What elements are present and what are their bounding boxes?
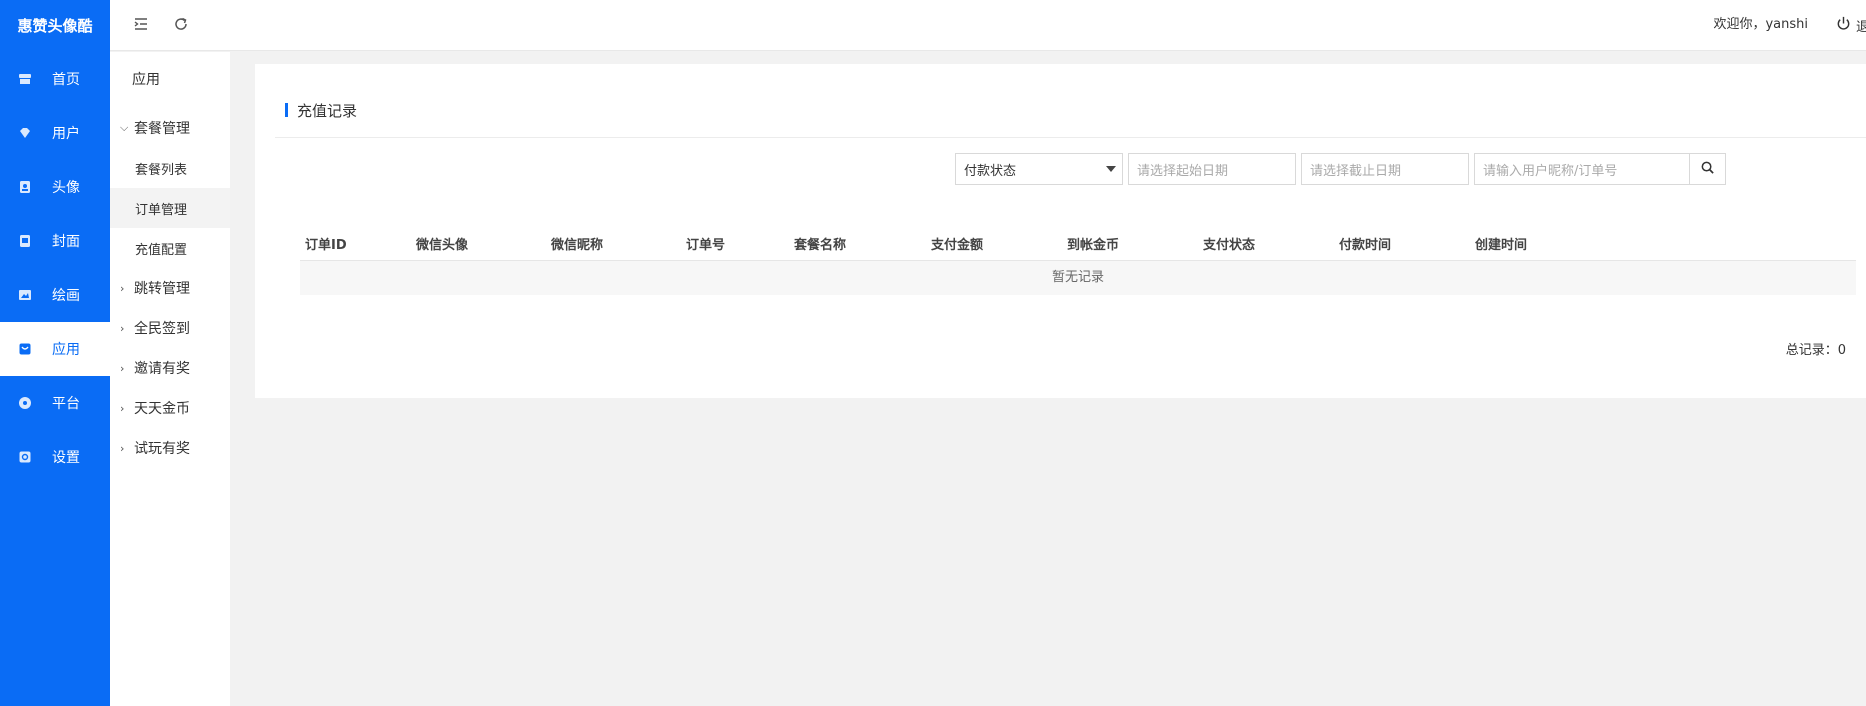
subnav-group-checkin[interactable]: › 全民签到 xyxy=(110,308,230,348)
chevron-right-icon: › xyxy=(120,441,125,455)
nav-item-cover[interactable]: 封面 xyxy=(0,214,110,268)
subnav-group-invite[interactable]: › 邀请有奖 xyxy=(110,348,230,388)
nav-label: 用户 xyxy=(52,126,80,142)
nav-item-settings[interactable]: 设置 xyxy=(0,430,110,484)
subnav-group-label: 试玩有奖 xyxy=(134,441,190,457)
settings-icon xyxy=(18,450,32,464)
page-title-text: 充值记录 xyxy=(297,101,358,120)
nav-item-painting[interactable]: 绘画 xyxy=(0,268,110,322)
logout-button[interactable]: 退出 xyxy=(1835,0,1866,50)
subnav-title: 应用 xyxy=(132,72,160,88)
secondary-sidebar: 应用 ⌵ 套餐管理 套餐列表 订单管理 充值配置 › 跳转管理 › 全民签到 ›… xyxy=(110,52,230,706)
column-header: 套餐名称 xyxy=(794,238,847,253)
app-icon xyxy=(18,342,32,356)
search-icon xyxy=(1700,160,1715,179)
top-header: 欢迎你，yanshi 退出 xyxy=(110,0,1866,51)
subnav-item-recharge-config[interactable]: 充值配置 xyxy=(110,228,230,268)
nav-label: 应用 xyxy=(52,342,80,358)
nav-item-avatar[interactable]: 头像 xyxy=(0,160,110,214)
table-header: 订单ID 微信头像 微信昵称 订单号 套餐名称 支付金额 到帐金币 支付状态 付… xyxy=(300,231,1856,261)
picture-icon xyxy=(18,288,32,302)
main-sidebar: 惠赞头像酷 首页 用户 头像 封面 绘画 应用 平台 设置 xyxy=(0,0,110,706)
caret-down-icon xyxy=(1106,166,1116,172)
payment-status-value: 付款状态 xyxy=(964,163,1017,179)
nav-label: 封面 xyxy=(52,234,80,250)
nav-item-users[interactable]: 用户 xyxy=(0,106,110,160)
store-icon xyxy=(18,72,32,86)
logout-label: 退出 xyxy=(1856,19,1866,35)
column-header: 支付状态 xyxy=(1203,238,1256,253)
chevron-right-icon: › xyxy=(120,281,125,295)
subnav-group-label: 全民签到 xyxy=(134,321,190,337)
portrait-icon xyxy=(18,180,32,194)
keyword-search-input[interactable]: 请输入用户昵称/订单号 xyxy=(1474,153,1690,185)
column-header: 微信头像 xyxy=(416,238,469,253)
payment-status-select[interactable]: 付款状态 xyxy=(955,153,1123,185)
nav-item-apps[interactable]: 应用 xyxy=(0,322,110,376)
title-accent-bar xyxy=(285,103,288,117)
card-header: 充值记录 xyxy=(275,100,1866,138)
records-table: 订单ID 微信头像 微信昵称 订单号 套餐名称 支付金额 到帐金币 支付状态 付… xyxy=(300,231,1856,295)
nav-item-platform[interactable]: 平台 xyxy=(0,376,110,430)
end-date-input[interactable]: 请选择截止日期 xyxy=(1301,153,1469,185)
subnav-group-trial-reward[interactable]: › 试玩有奖 xyxy=(110,428,230,468)
nav-label: 头像 xyxy=(52,180,80,196)
nav-item-home[interactable]: 首页 xyxy=(0,52,110,106)
column-header: 订单号 xyxy=(686,238,726,253)
subnav-group-daily-coins[interactable]: › 天天金币 xyxy=(110,388,230,428)
subnav-group-redirect[interactable]: › 跳转管理 xyxy=(110,268,230,308)
total-records: 总记录：0 xyxy=(1785,343,1846,358)
search-button[interactable] xyxy=(1690,153,1726,185)
page-title: 充值记录 xyxy=(285,100,357,120)
empty-table-row: 暂无记录 xyxy=(300,261,1856,295)
column-header: 微信昵称 xyxy=(551,238,604,253)
power-icon xyxy=(1835,15,1852,36)
recharge-records-card: 充值记录 付款状态 请选择起始日期 请选择截止日期 请输入用户昵称/订单号 订单… xyxy=(255,64,1866,398)
chevron-right-icon: › xyxy=(120,401,125,415)
column-header: 付款时间 xyxy=(1339,238,1392,253)
refresh-icon[interactable] xyxy=(172,15,190,33)
welcome-text: 欢迎你，yanshi xyxy=(1713,17,1808,32)
brand-logo-text: 惠赞头像酷 xyxy=(17,17,93,35)
chevron-down-icon: ⌵ xyxy=(120,121,129,134)
start-date-input[interactable]: 请选择起始日期 xyxy=(1128,153,1296,185)
subnav-group-package[interactable]: ⌵ 套餐管理 xyxy=(110,108,230,148)
compass-icon xyxy=(18,396,32,410)
subnav-item-order-management[interactable]: 订单管理 xyxy=(110,188,230,228)
column-header: 订单ID xyxy=(305,238,347,253)
column-header: 支付金额 xyxy=(931,238,984,253)
subnav-group-label: 跳转管理 xyxy=(134,281,190,297)
diamond-icon xyxy=(18,126,32,140)
cover-icon xyxy=(18,234,32,248)
chevron-right-icon: › xyxy=(120,361,125,375)
column-header: 到帐金币 xyxy=(1067,238,1120,253)
menu-collapse-icon[interactable] xyxy=(132,15,150,33)
nav-label: 绘画 xyxy=(52,288,80,304)
nav-label: 平台 xyxy=(52,396,80,412)
subnav-group-label: 邀请有奖 xyxy=(134,361,190,377)
column-header: 创建时间 xyxy=(1475,238,1528,253)
subnav-group-label: 天天金币 xyxy=(134,401,190,417)
nav-label: 首页 xyxy=(52,72,80,88)
chevron-right-icon: › xyxy=(120,321,125,335)
subnav-group-label: 套餐管理 xyxy=(134,121,190,137)
nav-label: 设置 xyxy=(52,450,80,466)
subnav-item-package-list[interactable]: 套餐列表 xyxy=(110,148,230,188)
